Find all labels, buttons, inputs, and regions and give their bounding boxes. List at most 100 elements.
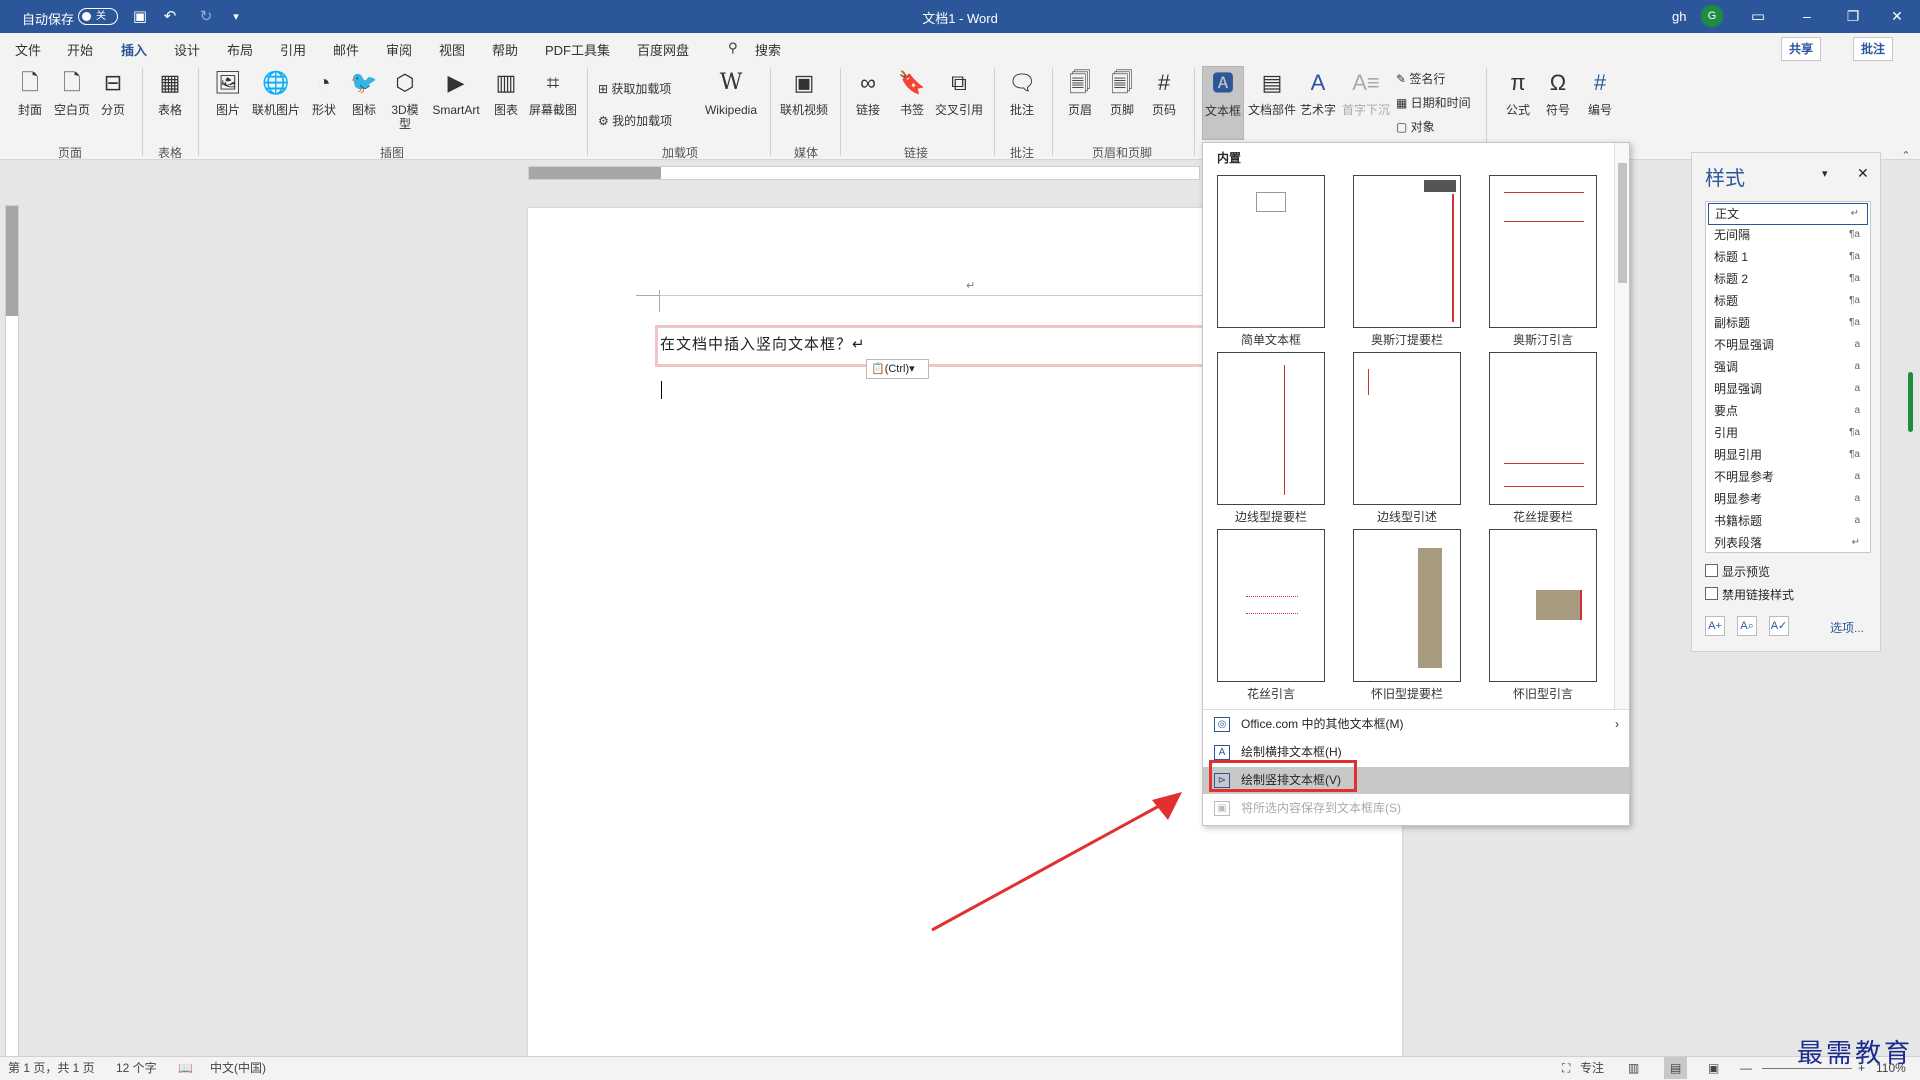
get-addins-button[interactable]: ⊞ 获取加载项 [598,80,671,97]
more-textboxes-office-item[interactable]: ◎ Office.com 中的其他文本框(M) › [1203,711,1629,738]
screenshot-button[interactable]: ⌗ 屏幕截图 [527,66,579,117]
word-count[interactable]: 12 个字 [116,1057,157,1079]
language[interactable]: 中文(中国) [210,1057,266,1079]
style-item[interactable]: 标题 2 ¶a [1708,269,1868,291]
style-item[interactable]: 副标题 ¶a [1708,313,1868,335]
horizontal-ruler[interactable] [528,166,1200,180]
share-button[interactable]: 共享 [1781,37,1822,61]
redo-icon[interactable]: ↻ [196,7,216,27]
disable-linked-styles-checkbox[interactable]: 禁用链接样式 [1705,586,1794,603]
online-video-button[interactable]: ▣ 联机视频 [778,66,830,117]
style-item[interactable]: 引用 ¶a [1708,423,1868,445]
page-break-button[interactable]: ⊟ 分页 [96,66,130,117]
tab-help[interactable]: 帮助 [492,40,518,59]
proofing-icon[interactable]: 📖 [178,1057,193,1079]
search-label[interactable]: 搜索 [755,40,781,59]
style-item[interactable]: 不明显参考 a [1708,467,1868,489]
read-mode-icon[interactable]: ▥ [1628,1057,1639,1079]
chart-button[interactable]: ▥ 图表 [488,66,524,117]
style-item[interactable]: 明显参考 a [1708,489,1868,511]
drop-cap-button[interactable]: A≡ 首字下沉 [1340,66,1392,117]
page-count[interactable]: 第 1 页，共 1 页 [8,1057,95,1079]
style-item[interactable]: 标题 ¶a [1708,291,1868,313]
gallery-item-sideline-sidebar[interactable]: 边线型提要栏 [1217,352,1325,525]
style-item[interactable]: 无间隔 ¶a [1708,225,1868,247]
comments-button[interactable]: 批注 [1853,37,1894,61]
number-button[interactable]: # 编号 [1582,66,1618,117]
gallery-item-austin-sidebar[interactable]: 奥斯汀提要栏 [1353,175,1461,348]
gallery-item-filigree-quote[interactable]: 花丝引言 [1217,529,1325,702]
smartart-button[interactable]: ▶ SmartArt [428,66,484,117]
link-button[interactable]: ∞ 链接 [850,66,886,117]
document-text[interactable]: 在文档中插入竖向文本框？↵ [660,333,866,354]
tab-pdf-tools[interactable]: PDF工具集 [545,40,610,59]
zoom-out-icon[interactable]: — [1740,1057,1752,1079]
my-addins-button[interactable]: ⚙ 我的加载项 [598,112,672,129]
restore-button[interactable]: ❐ [1830,0,1876,33]
style-item[interactable]: 明显引用 ¶a [1708,445,1868,467]
avatar[interactable]: G [1701,5,1723,27]
gallery-scrollbar[interactable] [1614,143,1629,709]
style-item[interactable]: 要点 a [1708,401,1868,423]
tab-home[interactable]: 开始 [67,40,93,59]
object-button[interactable]: ▢ 对象 [1396,118,1435,135]
header-button[interactable]: 🗐 页眉 [1062,66,1098,117]
ribbon-display-icon[interactable]: ▭ [1748,7,1768,27]
tab-file[interactable]: 文件 [15,40,41,59]
style-item[interactable]: 明显强调 a [1708,379,1868,401]
equation-button[interactable]: π 公式 [1500,66,1536,117]
icons-button[interactable]: 🐦 图标 [346,66,382,117]
new-style-icon[interactable]: A+ [1705,616,1725,636]
search-icon[interactable]: ⚲ [728,40,738,56]
minimize-button[interactable]: – [1784,0,1830,33]
wikipedia-button[interactable]: W Wikipedia [700,66,762,117]
bookmark-button[interactable]: 🔖 书签 [894,66,930,117]
paste-options-button[interactable]: 📋(Ctrl)▾ [866,359,929,379]
style-inspector-icon[interactable]: A⌕ [1737,616,1757,636]
web-layout-icon[interactable]: ▣ [1708,1057,1719,1079]
manage-styles-icon[interactable]: A✓ [1769,616,1789,636]
side-scroll-indicator[interactable] [1908,372,1913,432]
style-item[interactable]: 正文 ↵ [1708,203,1868,225]
tab-review[interactable]: 审阅 [386,40,412,59]
quick-parts-button[interactable]: ▤ 文档部件 [1246,66,1298,117]
comment-button[interactable]: 🗨 批注 [1004,66,1040,117]
3d-models-button[interactable]: ⬡ 3D模型 [386,66,424,131]
show-preview-checkbox[interactable]: 显示预览 [1705,563,1770,580]
style-item[interactable]: 标题 1 ¶a [1708,247,1868,269]
focus-label[interactable]: 专注 [1580,1057,1604,1079]
picture-button[interactable]: 🖼 图片 [208,66,248,117]
tab-view[interactable]: 视图 [439,40,465,59]
blank-page-button[interactable]: 🗋 空白页 [52,66,92,117]
pane-options-icon[interactable]: ▾ [1822,167,1828,180]
autosave-toggle[interactable]: 关 [78,8,118,25]
tab-layout[interactable]: 布局 [227,40,253,59]
online-picture-button[interactable]: 🌐 联机图片 [250,66,302,117]
user-name[interactable]: gh [1672,9,1686,24]
gallery-item-retro-quote[interactable]: 怀旧型引言 [1489,529,1597,702]
cover-page-button[interactable]: 🗋 封面 [12,66,48,117]
customize-qat-icon[interactable]: ▾ [226,7,246,27]
symbol-button[interactable]: Ω 符号 [1540,66,1576,117]
page-number-button[interactable]: # 页码 [1146,66,1182,117]
wordart-button[interactable]: A 艺术字 [1298,66,1338,117]
close-icon[interactable]: ✕ [1857,165,1869,182]
vertical-ruler[interactable] [5,205,19,1060]
options-link[interactable]: 选项... [1830,619,1864,636]
close-button[interactable]: ✕ [1874,0,1920,33]
tab-insert[interactable]: 插入 [121,40,148,66]
date-time-button[interactable]: ▦ 日期和时间 [1396,94,1471,111]
tab-baidu-netdisk[interactable]: 百度网盘 [637,40,689,59]
save-icon[interactable]: ▣ [130,7,150,27]
print-layout-icon[interactable]: ▤ [1664,1057,1688,1079]
style-item[interactable]: 强调 a [1708,357,1868,379]
gallery-item-austin-quote[interactable]: 奥斯汀引言 [1489,175,1597,348]
tab-mailings[interactable]: 邮件 [333,40,359,59]
footer-button[interactable]: 🗐 页脚 [1104,66,1140,117]
gallery-item-sideline-quote[interactable]: 边线型引述 [1353,352,1461,525]
tab-design[interactable]: 设计 [174,40,200,59]
undo-icon[interactable]: ↶ [160,7,180,27]
gallery-item-simple[interactable]: 简单文本框 [1217,175,1325,348]
shapes-button[interactable]: ◔ 形状 [306,66,342,117]
gallery-item-filigree-sidebar[interactable]: 花丝提要栏 [1489,352,1597,525]
